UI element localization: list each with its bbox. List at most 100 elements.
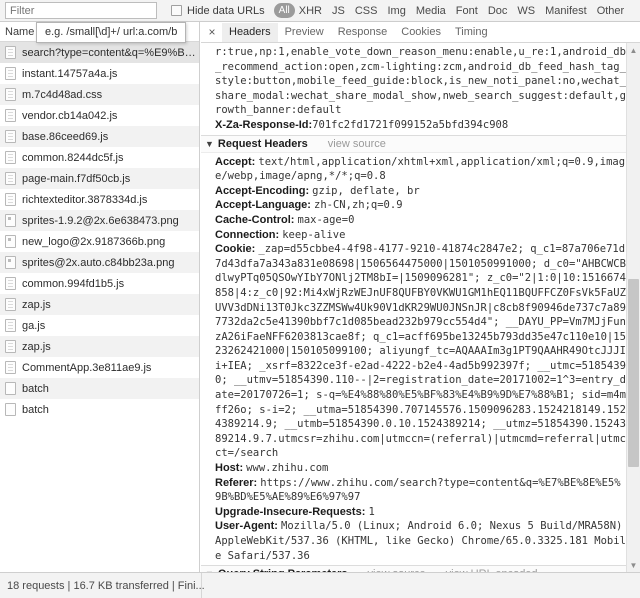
request-header-line: User-Agent: Mozilla/5.0 (Linux; Android … [201, 519, 626, 563]
request-row-label: vendor.cb14a042.js [22, 109, 118, 122]
request-row-label: common.8244dc5f.js [22, 151, 124, 164]
script-icon [5, 340, 16, 353]
script-icon [5, 172, 16, 185]
request-row[interactable]: CommentApp.3e811ae9.js [0, 357, 199, 378]
request-row[interactable]: zap.js [0, 294, 199, 315]
xhr-icon [5, 382, 16, 395]
hide-data-urls-checkbox[interactable] [171, 5, 182, 16]
header-value: text/html,application/xhtml+xml,applicat… [215, 155, 626, 183]
request-row[interactable]: base.86ceed69.js [0, 126, 199, 147]
tab-preview[interactable]: Preview [278, 23, 331, 42]
filter-type-ws[interactable]: WS [517, 5, 535, 17]
image-icon [5, 235, 16, 248]
script-icon [5, 67, 16, 80]
request-row-label: zap.js [22, 340, 51, 353]
request-detail-pane: × Headers Preview Response Cookies Timin… [201, 22, 640, 572]
request-header-line: Referer: https://www.zhihu.com/search?ty… [201, 476, 626, 505]
request-rows: search?type=content&q=%E9%BA... instant.1… [0, 42, 199, 420]
filter-type-img[interactable]: Img [387, 5, 405, 17]
detail-vertical-scrollbar[interactable]: ▲ ▼ [626, 43, 640, 572]
header-value: max-age=0 [297, 213, 355, 226]
view-source-link[interactable]: view source [328, 138, 386, 150]
filter-type-css[interactable]: CSS [355, 5, 378, 17]
request-row-label: search?type=content&q=%E9%BA... [22, 46, 199, 59]
filter-type-doc[interactable]: Doc [488, 5, 508, 17]
devtools-network-panel: Hide data URLs All XHR JS CSS Img Media … [0, 0, 640, 598]
header-value: 701fc2fd1721f099152a5bfd394c908 [312, 118, 509, 131]
filter-type-js[interactable]: JS [332, 5, 345, 17]
request-row-label: new_logo@2x.9187366b.png [22, 235, 166, 248]
xhr-icon [5, 403, 16, 416]
request-row[interactable]: zap.js [0, 336, 199, 357]
filter-type-font[interactable]: Font [456, 5, 478, 17]
section-query-string-parameters[interactable]: ▼ Query String Parameters view source vi… [201, 565, 626, 572]
header-key: Upgrade-Insecure-Requests: [215, 505, 369, 518]
tab-timing[interactable]: Timing [448, 23, 495, 42]
filter-input[interactable] [5, 2, 157, 19]
script-icon [5, 130, 16, 143]
detail-tab-bar: × Headers Preview Response Cookies Timin… [201, 22, 640, 43]
headers-content: r:true,np:1,enable_vote_down_reason_menu… [201, 43, 626, 572]
script-icon [5, 361, 16, 374]
request-row-label: page-main.f7df50cb.js [22, 172, 131, 185]
scroll-up-arrow-icon[interactable]: ▲ [627, 43, 640, 57]
request-row[interactable]: instant.14757a4a.js [0, 63, 199, 84]
image-icon [5, 214, 16, 227]
request-row-label: zap.js [22, 298, 51, 311]
close-icon[interactable]: × [205, 25, 219, 39]
filter-type-xhr[interactable]: XHR [299, 5, 322, 17]
request-row-label: instant.14757a4a.js [22, 67, 118, 80]
request-row[interactable]: batch [0, 399, 199, 420]
header-value: 1 [368, 505, 375, 518]
section-request-headers[interactable]: ▼ Request Headers view source [201, 134, 626, 153]
request-row[interactable]: common.994fd1b5.js [0, 273, 199, 294]
request-header-line: Connection: keep-alive [201, 228, 626, 243]
request-row[interactable]: new_logo@2x.9187366b.png [0, 231, 199, 252]
stylesheet-icon [5, 88, 16, 101]
hide-data-urls-label: Hide data URLs [187, 4, 265, 17]
header-key: X-Za-Response-Id: [215, 118, 313, 131]
request-row[interactable]: ga.js [0, 315, 199, 336]
filter-type-manifest[interactable]: Manifest [545, 5, 587, 17]
request-row[interactable]: sprites-1.9.2@2x.6e638473.png [0, 210, 199, 231]
header-key: Accept: [215, 155, 259, 168]
chevron-down-icon[interactable]: ▼ [205, 139, 214, 149]
header-key: Accept-Encoding: [215, 184, 313, 197]
request-row-label: ga.js [22, 319, 46, 332]
scrollbar-thumb[interactable] [628, 279, 639, 467]
request-row[interactable]: richtexteditor.3878334d.js [0, 189, 199, 210]
tab-response[interactable]: Response [331, 23, 395, 42]
request-header-line: Accept: text/html,application/xhtml+xml,… [201, 155, 626, 184]
filter-type-media[interactable]: Media [416, 5, 446, 17]
filter-type-all[interactable]: All [273, 3, 295, 18]
header-key: Referer: [215, 476, 261, 489]
request-row[interactable]: batch [0, 378, 199, 399]
request-row[interactable]: sprites@2x.auto.c84bb23a.png [0, 252, 199, 273]
status-bar: 18 requests | 16.7 KB transferred | Fini… [0, 572, 640, 598]
status-summary: 18 requests | 16.7 KB transferred | Fini… [7, 579, 205, 592]
header-value: gzip, deflate, br [312, 184, 420, 197]
script-icon [5, 151, 16, 164]
request-row[interactable]: search?type=content&q=%E9%BA... [0, 42, 199, 63]
scroll-down-arrow-icon[interactable]: ▼ [627, 558, 640, 572]
header-key: Host: [215, 462, 247, 475]
tab-headers[interactable]: Headers [222, 22, 278, 42]
request-row[interactable]: m.7c4d48ad.css [0, 84, 199, 105]
request-row[interactable]: page-main.f7df50cb.js [0, 168, 199, 189]
request-row-label: batch [22, 382, 49, 395]
request-row-label: sprites@2x.auto.c84bb23a.png [22, 256, 175, 269]
header-key: Connection: [215, 228, 283, 241]
request-header-line: Upgrade-Insecure-Requests: 1 [201, 505, 626, 520]
document-icon [5, 46, 16, 59]
tab-cookies[interactable]: Cookies [394, 23, 448, 42]
response-header-wrapped-value: r:true,np:1,enable_vote_down_reason_menu… [215, 46, 626, 117]
script-icon [5, 298, 16, 311]
image-icon [5, 256, 16, 269]
request-row[interactable]: vendor.cb14a042.js [0, 105, 199, 126]
request-row-label: richtexteditor.3878334d.js [22, 193, 148, 206]
header-value: zh-CN,zh;q=0.9 [314, 199, 403, 212]
request-row[interactable]: common.8244dc5f.js [0, 147, 199, 168]
status-divider [201, 573, 202, 598]
header-key: Cache-Control: [215, 213, 298, 226]
filter-type-other[interactable]: Other [597, 5, 625, 17]
